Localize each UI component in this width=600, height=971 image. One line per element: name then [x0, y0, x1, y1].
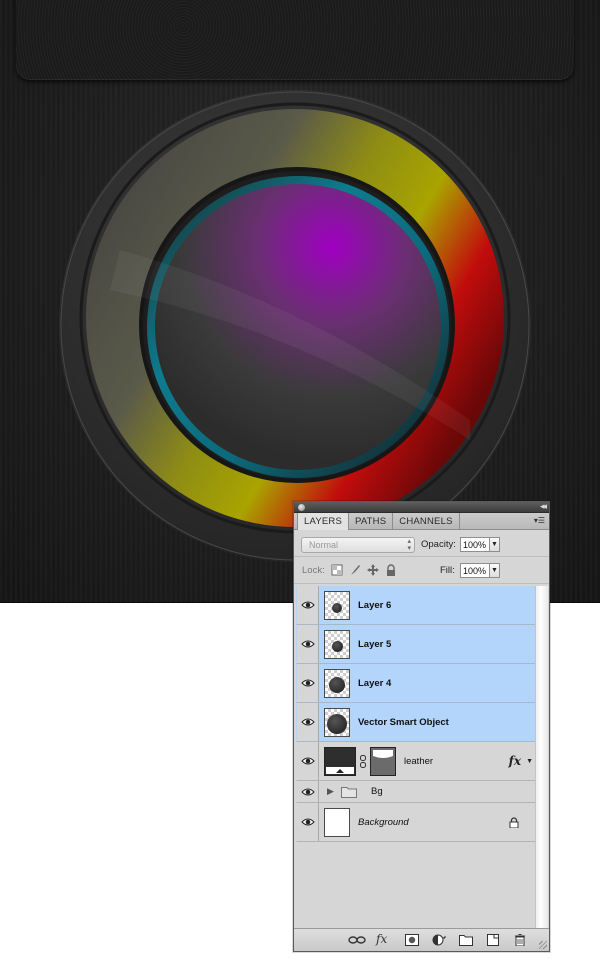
lock-transparency-icon[interactable] — [331, 564, 343, 576]
fill-dropdown-icon[interactable]: ▼ — [490, 563, 500, 578]
adjustment-icon[interactable] — [432, 934, 446, 946]
layer-thumbnail — [324, 747, 356, 776]
blend-row: Normal ▴ ▾ Opacity: 100% ▼ — [294, 530, 549, 557]
eye-icon — [301, 640, 315, 648]
eye-icon — [301, 757, 315, 765]
layer-name: Layer 4 — [358, 678, 392, 689]
visibility-toggle[interactable] — [297, 742, 319, 780]
visibility-toggle[interactable] — [297, 625, 319, 663]
layer-row-vector-smart-object[interactable]: Vector Smart Object — [296, 703, 535, 742]
tab-paths[interactable]: PATHS — [349, 513, 394, 529]
blend-mode-select[interactable]: Normal ▴ ▾ — [301, 537, 415, 553]
lock-all-icon[interactable] — [385, 564, 397, 576]
panel-tabbar: LAYERS PATHS CHANNELS ▾☰ — [294, 513, 549, 530]
mask-icon[interactable] — [405, 934, 419, 946]
trash-icon[interactable] — [513, 934, 527, 946]
link-icon[interactable] — [348, 934, 366, 946]
lock-label: Lock: — [302, 565, 325, 576]
layer-name: Layer 5 — [358, 639, 392, 650]
eye-icon — [301, 601, 315, 609]
fx-expand-icon[interactable]: ▼ — [526, 758, 533, 765]
layer-mask-thumbnail[interactable] — [370, 747, 396, 776]
layer-row-background[interactable]: Background — [296, 803, 535, 842]
layer-thumbnail — [324, 591, 350, 620]
eye-icon — [301, 679, 315, 687]
collapse-icon[interactable]: ◂◂ — [540, 501, 547, 512]
visibility-toggle[interactable] — [297, 781, 319, 802]
layer-thumbnail — [324, 808, 350, 837]
layer-name: Bg — [371, 786, 383, 797]
layer-name: leather — [404, 756, 434, 767]
visibility-toggle[interactable] — [297, 703, 319, 741]
visibility-toggle[interactable] — [297, 664, 319, 702]
eye-icon — [301, 818, 315, 826]
lock-brush-icon[interactable] — [349, 564, 361, 576]
select-arrows-icon: ▴ ▾ — [407, 538, 411, 552]
opacity-label: Opacity: — [421, 539, 456, 550]
layer-row-leather[interactable]: leather fx ▼ — [296, 742, 535, 781]
blend-mode-value: Normal — [309, 540, 339, 550]
new-layer-icon[interactable] — [486, 934, 500, 946]
layer-row-layer-6[interactable]: Layer 6 — [296, 586, 535, 625]
lock-icon — [509, 817, 519, 828]
layer-row-bg-group[interactable]: ▶ Bg — [296, 781, 535, 803]
resize-grip-icon[interactable] — [539, 941, 547, 949]
fx-icon[interactable]: fx — [509, 754, 521, 768]
layer-thumbnail — [324, 630, 350, 659]
layer-name: Vector Smart Object — [358, 717, 449, 728]
layer-list-scrollbar[interactable] — [535, 586, 548, 930]
layer-thumbnail — [324, 669, 350, 698]
layer-row-layer-4[interactable]: Layer 4 — [296, 664, 535, 703]
visibility-toggle[interactable] — [297, 803, 319, 841]
folder-icon[interactable] — [459, 934, 473, 946]
adjustment-thumb-icon — [326, 767, 354, 774]
eye-icon — [301, 718, 315, 726]
fill-field[interactable]: 100% — [460, 563, 490, 578]
lock-move-icon[interactable] — [367, 564, 379, 576]
layer-row-layer-5[interactable]: Layer 5 — [296, 625, 535, 664]
close-icon[interactable] — [298, 504, 305, 511]
opacity-field[interactable]: 100% — [460, 537, 490, 552]
layer-thumbnail — [324, 708, 350, 737]
fx-icon[interactable]: fx — [376, 932, 390, 946]
layer-name: Background — [358, 817, 409, 828]
expand-triangle-icon[interactable]: ▶ — [327, 786, 334, 797]
panel-titlebar[interactable]: ◂◂ — [294, 501, 549, 513]
mask-shape-icon — [373, 750, 393, 758]
chain-link-icon[interactable] — [360, 755, 366, 768]
visibility-toggle[interactable] — [297, 586, 319, 624]
opacity-dropdown-icon[interactable]: ▼ — [490, 537, 500, 552]
tab-channels[interactable]: CHANNELS — [393, 513, 460, 529]
lock-row: Lock: Fill: 100% ▼ — [294, 557, 549, 584]
tab-layers[interactable]: LAYERS — [297, 513, 349, 530]
layers-panel: ◂◂ LAYERS PATHS CHANNELS ▾☰ Normal ▴ ▾ Op… — [293, 501, 550, 952]
eye-icon — [301, 788, 315, 795]
folder-icon — [341, 787, 357, 798]
fill-label: Fill: — [440, 565, 455, 576]
panel-bottom-toolbar: fx — [294, 928, 549, 951]
layer-list: Layer 6 Layer 5 Layer 4 Vector Smart Obj… — [296, 586, 535, 930]
panel-menu-icon[interactable]: ▾☰ — [534, 516, 545, 525]
layer-name: Layer 6 — [358, 600, 392, 611]
